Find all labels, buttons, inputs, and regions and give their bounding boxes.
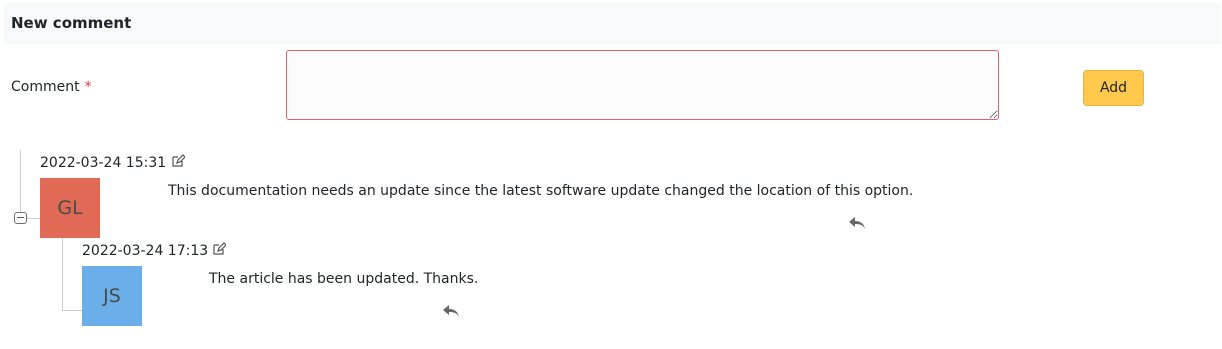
comment-text: The article has been updated. Thanks. — [209, 271, 479, 287]
required-marker: * — [84, 79, 92, 95]
avatar: JS — [82, 266, 142, 326]
add-button[interactable]: Add — [1083, 70, 1144, 106]
tree-line-child-branch — [62, 310, 82, 311]
collapse-minus-icon[interactable] — [14, 212, 27, 224]
tree-line-root — [20, 150, 21, 212]
comment-label-text: Comment — [11, 79, 80, 95]
reply-icon[interactable] — [442, 304, 460, 318]
edit-icon[interactable] — [171, 154, 185, 168]
avatar: GL — [40, 178, 100, 238]
comment-textarea[interactable] — [286, 50, 999, 120]
edit-icon[interactable] — [212, 242, 226, 256]
new-comment-header: New comment — [4, 3, 1221, 44]
comment-timestamp: 2022-03-24 17:13 — [82, 243, 209, 259]
comment-label: Comment * — [11, 79, 92, 95]
comment-text: This documentation needs an update since… — [168, 183, 914, 199]
tree-line-root-branch — [27, 218, 40, 219]
reply-icon[interactable] — [848, 216, 866, 230]
comment-timestamp: 2022-03-24 15:31 — [40, 155, 167, 171]
section-title: New comment — [11, 14, 132, 32]
tree-line-child — [62, 238, 63, 310]
